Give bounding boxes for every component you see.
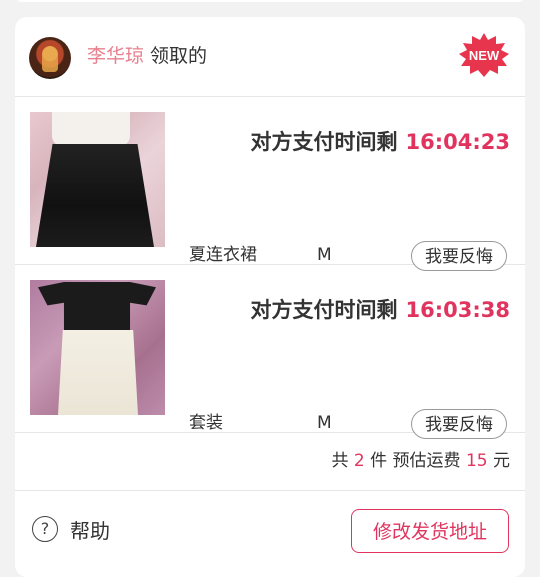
new-badge: NEW — [458, 32, 510, 78]
order-item[interactable]: 对方支付时间剩 16:04:23 夏连衣裙 M 我要反悔 — [15, 96, 525, 271]
claimed-label: 领取的 — [150, 45, 208, 67]
product-top-shape — [52, 112, 130, 146]
payment-countdown-label: 对方支付时间剩 — [250, 298, 398, 322]
new-badge-text: NEW — [469, 48, 500, 63]
product-size: M — [317, 245, 332, 265]
product-skirt-shape — [36, 144, 154, 247]
shipping-amount: 15 — [465, 451, 488, 471]
summary-line: 共 2 件 预估运费 15 元 — [332, 449, 511, 473]
order-summary: 共 2 件 预估运费 15 元 — [15, 432, 525, 491]
summary-prefix: 共 — [331, 451, 349, 471]
claimed-by-line: 李华琼 领取的 — [87, 43, 207, 69]
payment-countdown: 对方支付时间剩 16:03:38 — [251, 296, 510, 324]
shipping-label: 预估运费 — [392, 451, 461, 471]
product-skirt-shape — [58, 330, 138, 415]
item-count: 2 — [353, 451, 365, 471]
card-header: 李华琼 领取的 NEW — [15, 17, 525, 97]
help-label: 帮助 — [70, 518, 110, 543]
product-image[interactable] — [30, 112, 165, 247]
avatar[interactable] — [29, 37, 71, 79]
payment-countdown: 对方支付时间剩 16:04:23 — [251, 128, 510, 156]
product-name: 夏连衣裙 — [189, 245, 257, 265]
product-name: 套装 — [189, 413, 223, 433]
payment-countdown-time: 16:04:23 — [405, 130, 510, 154]
help-link[interactable]: ? 帮助 — [32, 515, 110, 543]
product-shirt-shape — [38, 282, 156, 334]
payment-countdown-label: 对方支付时间剩 — [250, 130, 398, 154]
question-circle-icon: ? — [32, 516, 58, 542]
payment-countdown-time: 16:03:38 — [405, 298, 510, 322]
order-item[interactable]: 对方支付时间剩 16:03:38 套装 M 我要反悔 — [15, 264, 525, 439]
edit-shipping-address-button[interactable]: 修改发货地址 — [351, 509, 509, 553]
new-badge-icon: NEW — [459, 33, 509, 77]
product-image[interactable] — [30, 280, 165, 415]
order-card: 李华琼 领取的 NEW 对方支付时间剩 16:04:23 夏连衣裙 M 我要反悔 对… — [15, 17, 525, 577]
user-name[interactable]: 李华琼 — [87, 45, 144, 67]
product-size: M — [317, 413, 332, 433]
card-footer: ? 帮助 修改发货地址 — [15, 491, 525, 577]
previous-card-edge — [15, 0, 525, 2]
avatar-figure — [42, 46, 58, 72]
currency-unit: 元 — [493, 451, 510, 471]
item-count-unit: 件 — [370, 451, 388, 471]
